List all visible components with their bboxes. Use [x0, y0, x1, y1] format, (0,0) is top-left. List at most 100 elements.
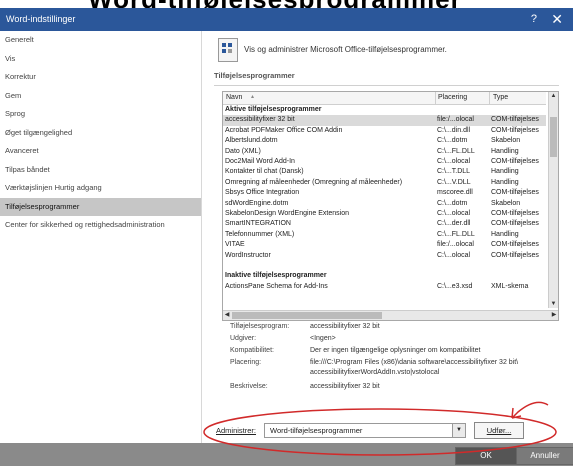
list-header: Navn ▴ Placering Type [223, 92, 546, 105]
horizontal-scrollbar[interactable]: ◀ ▶ [223, 310, 558, 320]
cell-name: Inaktive tilføjelsesprogrammer [225, 272, 327, 280]
column-type[interactable]: Type [493, 94, 508, 101]
sidebar-item-generelt[interactable]: Generelt [0, 31, 201, 50]
cell-type: COM-tilføjelses [491, 158, 539, 165]
cell-name: WordInstructor [225, 251, 271, 259]
cell-type: COM-tilføjelses [491, 220, 539, 228]
cell-type: Handling [491, 230, 519, 238]
sidebar-item-trust-center[interactable]: Center for sikkerhed og rettighedsadmini… [0, 216, 201, 235]
table-row[interactable]: Omregning af måleenheder (Omregning af m… [223, 178, 546, 188]
sidebar-item-korrektur[interactable]: Korrektur [0, 68, 201, 87]
close-icon[interactable]: ✕ [551, 11, 563, 28]
table-row[interactable] [223, 261, 546, 271]
sidebar-item-accessibility[interactable]: Øget tilgængelighed [0, 124, 201, 143]
title-bar: Word-indstillinger ? ✕ [0, 8, 573, 31]
ok-button[interactable]: OK [455, 447, 517, 465]
scroll-left-icon[interactable]: ◀ [223, 311, 231, 320]
cell-location: C:\...T.DLL [437, 168, 471, 176]
cell-name: accessibilityfixer 32 bit [225, 116, 295, 124]
detail-value: file:///C:\Program Files (x86)\dania sof… [310, 359, 519, 366]
manage-bar: Administrer: Word-tilføjelsesprogrammer … [216, 421, 546, 441]
overlay-title-strip: Word-tilføjelsesprogrammer [0, 0, 573, 8]
cell-type: XML-skema [491, 282, 529, 290]
cell-type: COM-tilføjelses [491, 251, 539, 259]
sidebar-item-gem[interactable]: Gem [0, 87, 201, 106]
detail-value: accessibilityfixerWordAddIn.vsto|vstoloc… [310, 369, 440, 376]
detail-value: accessibilityfixer 32 bit [310, 383, 380, 390]
cell-location: C:\...din.dll [437, 126, 471, 134]
list-group-header[interactable]: Aktive tilføjelsesprogrammer [223, 105, 546, 115]
chevron-down-icon[interactable]: ▼ [452, 424, 465, 437]
section-title: Tilføjelsesprogrammer [214, 71, 559, 86]
sidebar-item-sprog[interactable]: Sprog [0, 105, 201, 124]
table-row[interactable]: Kontakter til chat (Dansk) C:\...T.DLL Han… [223, 167, 546, 177]
cell-location: C:\...e3.xsd [437, 282, 473, 290]
cell-type: COM-tilføjelses [491, 126, 539, 134]
sidebar-item-avanceret[interactable]: Avanceret [0, 142, 201, 161]
cell-name: Acrobat PDFMaker Office COM Addin [225, 126, 343, 134]
table-row[interactable]: ActionsPane Schema for Add-Ins C:\...e3.x… [223, 282, 546, 292]
hscroll-thumb[interactable] [232, 312, 382, 319]
column-name[interactable]: Navn [226, 94, 242, 101]
detail-label: Kompatibilitet: [230, 347, 274, 354]
cell-location: C:\...olocal [437, 251, 471, 259]
cell-location: mscoree.dll [437, 189, 473, 197]
cell-type: Skabelon [491, 199, 521, 207]
cell-type: Handling [491, 178, 519, 186]
table-row[interactable]: Acrobat PDFMaker Office COM Addin C:\...d… [223, 126, 546, 136]
cell-name: Dato (XML) [225, 147, 261, 155]
detail-label: Beskrivelse: [230, 383, 268, 390]
cell-type: COM-tilføjelses [491, 189, 539, 197]
table-row[interactable]: Doc2Mail Word Add-In C:\...olocal COM-tilf… [223, 157, 546, 167]
sidebar-item-quick-access[interactable]: Værktøjslinjen Hurtig adgang [0, 179, 201, 198]
cell-location: C:\...olocal [437, 158, 471, 165]
scroll-up-icon[interactable]: ▲ [550, 92, 557, 100]
sidebar-item-addins[interactable]: Tilføjelsesprogrammer [0, 197, 201, 216]
table-row[interactable]: Telefonnummer (XML) C:\...FL.DLL Handling [223, 230, 546, 240]
help-icon[interactable]: ? [531, 13, 537, 25]
detail-label: Udgiver: [230, 335, 257, 342]
table-row[interactable]: SmartINTEGRATION C:\...der.dll COM-tilføje… [223, 219, 546, 229]
cell-name: SmartINTEGRATION [225, 220, 291, 228]
cell-type: COM-tilføjelses [491, 116, 539, 124]
table-row[interactable]: WordInstructor C:\...olocal COM-tilføjelse… [223, 251, 546, 261]
cell-type: Skabelon [491, 137, 521, 145]
cell-type: Handling [491, 147, 519, 155]
scroll-thumb[interactable] [550, 117, 557, 157]
cell-name: SkabelonDesign WordEngine Extension [225, 210, 350, 217]
panel-description: Vis og administrer Microsoft Office-tilf… [244, 45, 447, 54]
overlay-title: Word-tilføjelsesprogrammer [88, 0, 462, 8]
detail-value: <Ingen> [310, 335, 336, 342]
table-row[interactable]: Sbsys Office Integration mscoree.dll COM-t… [223, 188, 546, 198]
cancel-button[interactable]: Annuller [516, 447, 573, 465]
cell-location: C:\...olocal [437, 210, 471, 217]
detail-label: Tilføjelsesprogram: [230, 323, 290, 330]
go-button[interactable]: Udfør... [474, 422, 524, 439]
detail-value: accessibilityfixer 32 bit [310, 323, 380, 330]
vertical-scrollbar[interactable]: ▲ ▼ [548, 92, 558, 308]
table-row[interactable]: SkabelonDesign WordEngine Extension C:\..… [223, 209, 546, 219]
cell-location: C:\...der.dll [437, 220, 471, 228]
table-row[interactable]: Dato (XML) C:\...FL.DLL Handling [223, 147, 546, 157]
cell-name: Sbsys Office Integration [225, 189, 300, 197]
sidebar: Generelt Vis Korrektur Gem Sprog Øget ti… [0, 31, 202, 443]
main-panel: Vis og administrer Microsoft Office-tilf… [202, 31, 573, 443]
table-row[interactable]: accessibilityfixer 32 bit file:/...olocal… [223, 115, 546, 126]
scroll-right-icon[interactable]: ▶ [550, 311, 558, 320]
sidebar-item-vis[interactable]: Vis [0, 50, 201, 69]
column-location[interactable]: Placering [438, 94, 467, 101]
table-row[interactable]: sdWordEngine.dotm C:\...dotm Skabelon [223, 199, 546, 209]
scroll-down-icon[interactable]: ▼ [550, 300, 557, 308]
addins-list[interactable]: Navn ▴ Placering Type Aktive tilføjelses… [222, 91, 559, 321]
sidebar-item-ribbon[interactable]: Tilpas båndet [0, 161, 201, 180]
table-row[interactable]: VITAE file:/...olocal COM-tilføjelses [223, 240, 546, 250]
list-group-header[interactable]: Inaktive tilføjelsesprogrammer [223, 271, 546, 281]
cell-name: sdWordEngine.dotm [225, 199, 289, 207]
cell-location: C:\...V.DLL [437, 178, 471, 186]
addins-icon [218, 38, 238, 62]
table-row[interactable]: Albertslund.dotm C:\...dotm Skabelon [223, 136, 546, 146]
cell-name: Albertslund.dotm [225, 137, 278, 145]
cell-name: VITAE [225, 241, 245, 249]
manage-select[interactable]: Word-tilføjelsesprogrammer ▼ [264, 423, 466, 438]
cell-location: C:\...dotm [437, 137, 468, 145]
